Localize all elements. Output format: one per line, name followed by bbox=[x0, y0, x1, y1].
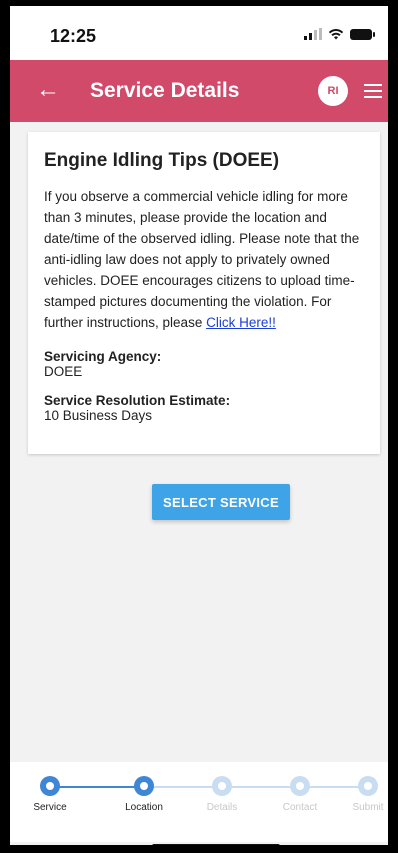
step-submit-icon bbox=[358, 776, 378, 796]
status-bar: 12:25 bbox=[10, 6, 388, 60]
servicing-agency-value: DOEE bbox=[44, 364, 83, 379]
app-header: ← Service Details RI bbox=[10, 60, 388, 122]
step-label: Details bbox=[206, 802, 238, 813]
phone-frame: 12:25 ← Service Details RI Engine Idling… bbox=[0, 0, 398, 853]
resolution-estimate-label: Service Resolution Estimate: bbox=[44, 393, 231, 408]
status-icons bbox=[304, 28, 375, 40]
step-contact-icon bbox=[290, 776, 310, 796]
step-contact[interactable]: Contact bbox=[270, 776, 330, 813]
step-label: Service bbox=[33, 802, 67, 813]
click-here-link[interactable]: Click Here!! bbox=[206, 315, 276, 330]
hamburger-menu-icon[interactable] bbox=[364, 84, 382, 98]
select-service-button[interactable]: SELECT SERVICE bbox=[152, 484, 290, 520]
signal-icon bbox=[304, 28, 322, 40]
step-details[interactable]: Details bbox=[192, 776, 252, 813]
service-description: If you observe a commercial vehicle idli… bbox=[44, 186, 364, 333]
service-title: Engine Idling Tips (DOEE) bbox=[44, 150, 280, 171]
status-time: 12:25 bbox=[50, 26, 97, 46]
page-title: Service Details bbox=[90, 79, 240, 102]
home-indicator[interactable] bbox=[152, 844, 280, 845]
progress-stepper: Service Location Details Contact Submit bbox=[10, 762, 388, 842]
wifi-icon bbox=[328, 29, 344, 40]
step-location[interactable]: Location bbox=[114, 776, 174, 813]
step-label: Location bbox=[125, 802, 163, 813]
step-label: Submit bbox=[352, 802, 384, 813]
step-submit[interactable]: Submit bbox=[338, 776, 388, 813]
step-label: Contact bbox=[282, 802, 318, 813]
battery-icon bbox=[350, 28, 375, 40]
avatar[interactable]: RI bbox=[318, 76, 348, 106]
service-details-card: Engine Idling Tips (DOEE) If you observe… bbox=[28, 132, 380, 454]
back-arrow-icon[interactable]: ← bbox=[36, 78, 60, 102]
step-details-icon bbox=[212, 776, 232, 796]
step-service-icon bbox=[40, 776, 60, 796]
service-description-text: If you observe a commercial vehicle idli… bbox=[44, 189, 360, 330]
resolution-estimate-value: 10 Business Days bbox=[44, 408, 153, 423]
servicing-agency-label: Servicing Agency: bbox=[44, 349, 162, 364]
step-location-icon bbox=[134, 776, 154, 796]
step-service[interactable]: Service bbox=[20, 776, 80, 813]
